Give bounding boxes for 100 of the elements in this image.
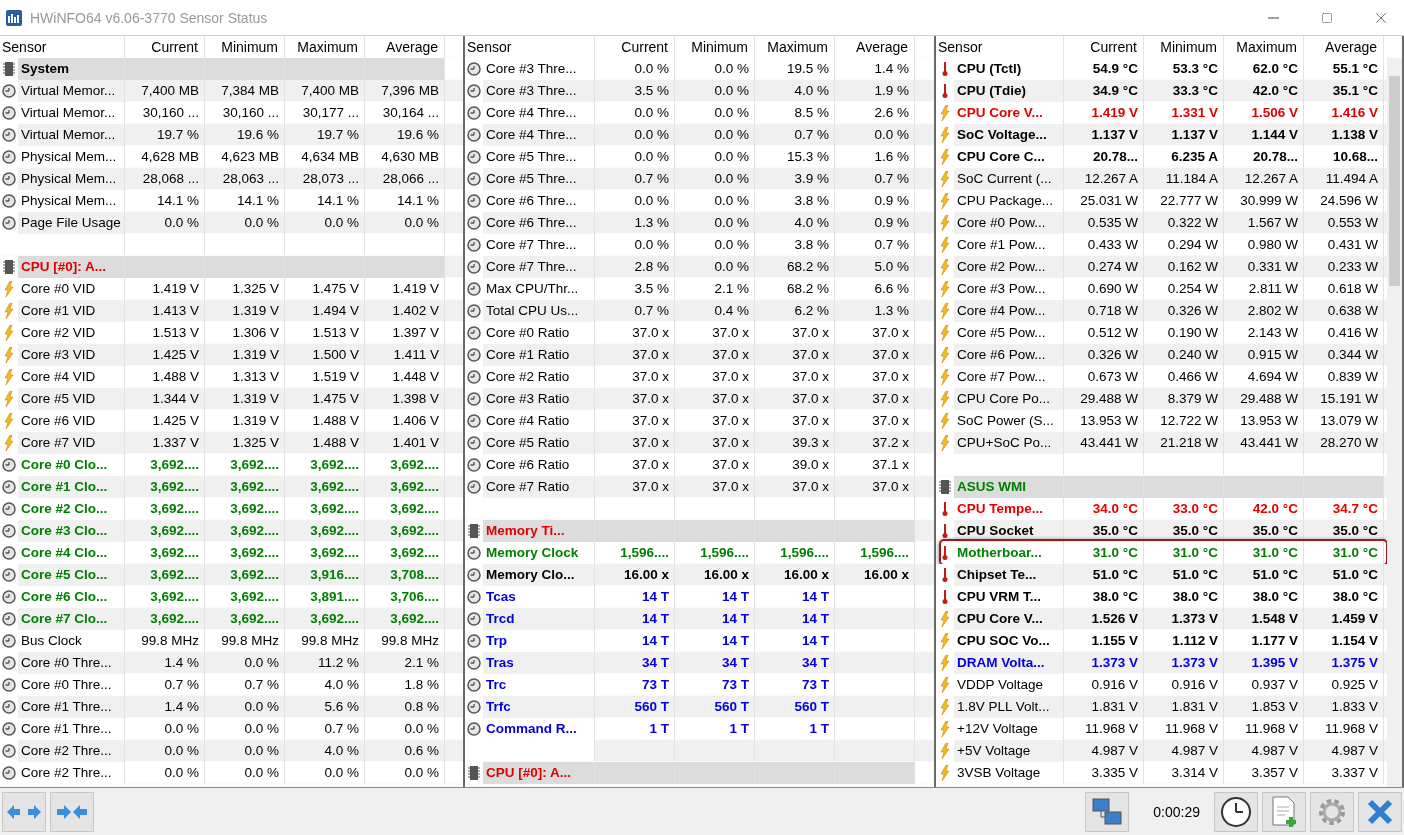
column-header[interactable]: Sensor (465, 36, 595, 58)
network-monitors-button[interactable] (1085, 791, 1130, 832)
lightning-bolt-icon (940, 127, 950, 143)
lightning-bolt-icon (940, 611, 950, 627)
table-cell: 0.0 % (365, 762, 445, 784)
expand-arrows-button[interactable] (2, 791, 46, 832)
lightning-bolt-icon (940, 391, 950, 407)
sensor-name: Core #1 VID (18, 300, 124, 322)
lightning-bolt-icon (940, 237, 950, 253)
column-header[interactable]: Current (595, 36, 675, 58)
lightning-bolt-icon (940, 193, 950, 209)
lightning-bolt-icon (940, 677, 950, 693)
sensor-name: Core #7 Clo... (18, 608, 124, 630)
lightning-bolt-icon (940, 721, 950, 737)
table-cell: 0.0 % (125, 762, 205, 784)
table-cell: 3.357 V (1224, 762, 1304, 784)
lightning-bolt-icon (940, 765, 950, 781)
column-header[interactable]: Sensor (0, 36, 125, 58)
table-cell: 3.335 V (1064, 762, 1144, 784)
group-header: CPU [#0]: A... (483, 762, 594, 784)
lightning-bolt-icon (4, 435, 14, 451)
lightning-bolt-icon (940, 105, 950, 121)
thermometer-icon (941, 83, 949, 99)
lightning-bolt-icon (940, 413, 950, 429)
sensor-name: Core #6 Pow... (954, 344, 1063, 366)
column-header[interactable]: Maximum (1224, 36, 1304, 58)
sensor-name: Core #4 Thre... (483, 124, 594, 146)
lightning-bolt-icon (940, 347, 950, 363)
sensor-name: Total CPU Us... (483, 300, 594, 322)
column-header[interactable]: Minimum (675, 36, 755, 58)
sensor-name: Core #2 Thre... (18, 740, 124, 762)
sensor-name: Core #3 Clo... (18, 520, 124, 542)
sensor-name: CPU Core V... (954, 608, 1063, 630)
column-header[interactable]: Average (365, 36, 445, 58)
column-header[interactable]: Average (835, 36, 915, 58)
lightning-bolt-icon (4, 391, 14, 407)
lightning-bolt-icon (940, 633, 950, 649)
thermometer-icon (941, 523, 949, 539)
lightning-bolt-icon (940, 149, 950, 165)
column-header[interactable]: Minimum (1144, 36, 1224, 58)
scrollbar[interactable] (1387, 58, 1402, 787)
outward-arrows-icon (6, 802, 42, 821)
sensor-name: Core #1 Ratio (483, 344, 594, 366)
clock-icon (1220, 795, 1252, 828)
inward-arrows-icon (54, 802, 90, 821)
lightning-bolt-icon (940, 699, 950, 715)
collapse-arrows-button[interactable] (50, 791, 94, 832)
lightning-bolt-icon (940, 281, 950, 297)
sensor-name: Core #1 Clo... (18, 476, 124, 498)
sensor-name: Page File Usage (18, 212, 124, 234)
maximize-icon (1321, 11, 1333, 24)
sensor-name: Core #3 Thre... (483, 80, 594, 102)
sensor-name: CPU Core Po... (954, 388, 1063, 410)
sensor-name: Core #3 Ratio (483, 388, 594, 410)
sensor-name: +5V Voltage (954, 740, 1063, 762)
sensor-name: Physical Mem... (18, 168, 124, 190)
elapsed-time: 0:00:29 (1153, 803, 1200, 820)
close-button[interactable] (1358, 791, 1402, 832)
sensor-name: Core #5 Clo... (18, 564, 124, 586)
thermometer-icon (941, 501, 949, 517)
sensor-name: Core #6 Thre... (483, 212, 594, 234)
sensor-name: Core #5 Thre... (483, 168, 594, 190)
sensor-name: Virtual Memor... (18, 80, 124, 102)
column-header[interactable]: Current (125, 36, 205, 58)
settings-button[interactable] (1310, 791, 1354, 832)
chip-icon (939, 479, 951, 495)
column-header[interactable]: Current (1064, 36, 1144, 58)
close-icon (1366, 797, 1394, 826)
column-header[interactable]: Sensor (936, 36, 1064, 58)
lightning-bolt-icon (4, 303, 14, 319)
monitors-icon (1091, 796, 1124, 827)
lightning-bolt-icon (940, 743, 950, 759)
sensor-name: Core #0 Pow... (954, 212, 1063, 234)
column-header[interactable]: Maximum (755, 36, 835, 58)
thermometer-icon (941, 589, 949, 605)
sensor-name: Chipset Te... (954, 564, 1063, 586)
table-cell: 3.337 V (1304, 762, 1384, 784)
sensor-name: Memory Clo... (483, 564, 594, 586)
clock-button[interactable] (1214, 791, 1258, 832)
lightning-bolt-icon (940, 325, 950, 341)
sensor-name: SoC Voltage... (954, 124, 1063, 146)
sensor-name: Core #0 Thre... (18, 652, 124, 674)
chip-icon (468, 765, 480, 781)
column-header[interactable]: Minimum (205, 36, 285, 58)
sensor-name: SoC Current (... (954, 168, 1063, 190)
sensor-name: Virtual Memor... (18, 124, 124, 146)
lightning-bolt-icon (940, 215, 950, 231)
column-header[interactable]: Maximum (285, 36, 365, 58)
sensor-name: Core #1 Thre... (18, 696, 124, 718)
sensor-name: Trfc (483, 696, 594, 718)
chip-icon (3, 61, 15, 77)
column-header[interactable]: Average (1304, 36, 1384, 58)
sensor-name: Trcd (483, 608, 594, 630)
group-header: CPU [#0]: A... (18, 256, 124, 278)
lightning-bolt-icon (4, 369, 14, 385)
chip-icon (468, 523, 480, 539)
lightning-bolt-icon (940, 259, 950, 275)
lightning-bolt-icon (4, 347, 14, 363)
lightning-bolt-icon (940, 171, 950, 187)
sensor-name: Core #2 Pow... (954, 256, 1063, 278)
